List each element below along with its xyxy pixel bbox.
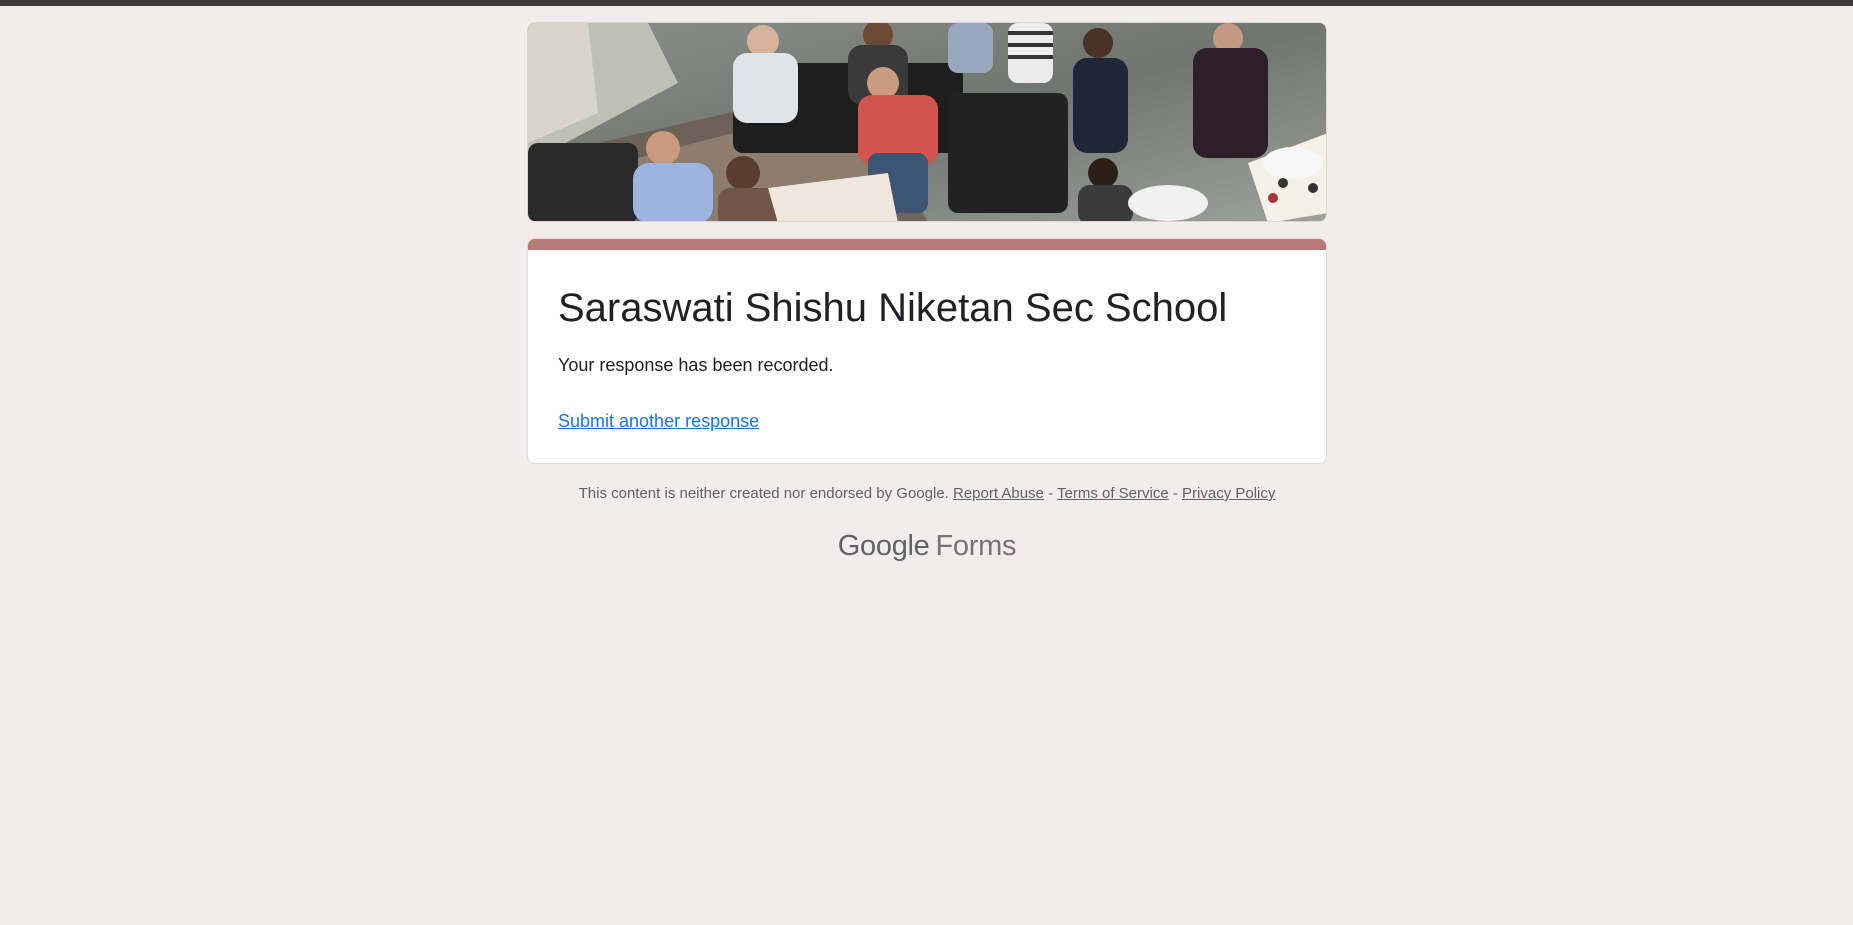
separator: -: [1172, 485, 1178, 502]
forms-wordmark: Forms: [935, 530, 1017, 562]
report-abuse-link[interactable]: Report Abuse: [953, 485, 1044, 502]
form-title: Saraswati Shishu Niketan Sec School: [558, 286, 1228, 330]
browser-top-strip: [0, 0, 1853, 6]
confirmation-message: Your response has been recorded.: [558, 355, 834, 375]
disclaimer-text: This content is neither created nor endo…: [578, 485, 949, 502]
google-forms-logo[interactable]: Google Forms: [527, 530, 1327, 563]
submit-another-response-link[interactable]: Submit another response: [558, 411, 759, 432]
footer-disclaimer: This content is neither created nor endo…: [527, 485, 1327, 502]
confirmation-card: Saraswati Shishu Niketan Sec School Your…: [527, 238, 1327, 464]
google-wordmark: Google: [837, 530, 930, 562]
header-banner-image: [527, 22, 1327, 222]
separator: -: [1048, 485, 1054, 502]
form-container: Saraswati Shishu Niketan Sec School Your…: [527, 22, 1327, 464]
terms-of-service-link[interactable]: Terms of Service: [1057, 485, 1169, 502]
card-accent-bar: [528, 239, 1326, 250]
privacy-policy-link[interactable]: Privacy Policy: [1182, 485, 1275, 502]
